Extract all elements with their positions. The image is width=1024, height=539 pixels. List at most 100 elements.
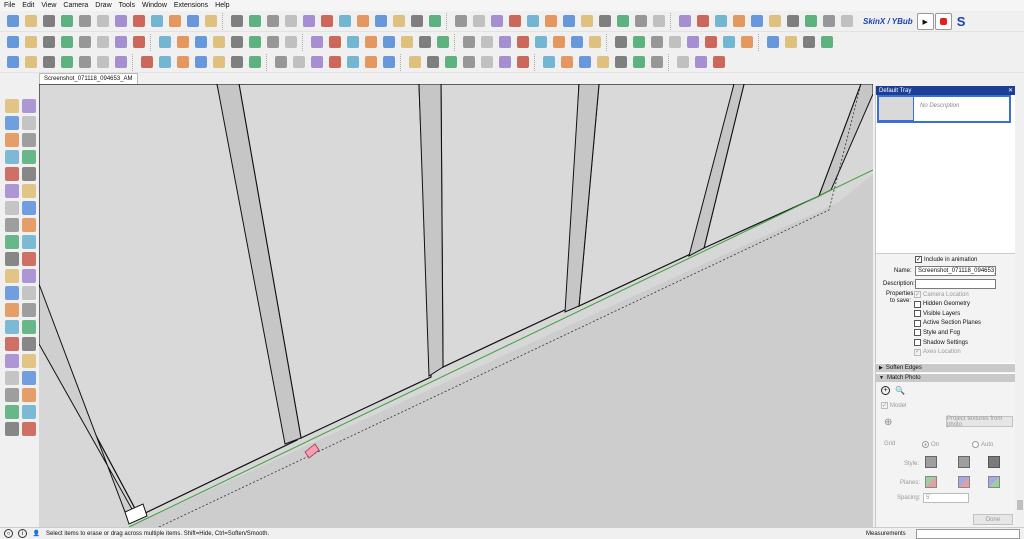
skinx-label[interactable]: SkinX / YBub (863, 17, 913, 26)
toolbar-tool-icon[interactable] (496, 34, 513, 51)
toolbar-tool-icon[interactable] (460, 34, 477, 51)
left-tool-icon[interactable] (22, 184, 36, 198)
toolbar-tool-icon[interactable] (192, 54, 209, 71)
toolbar-tool-icon[interactable] (4, 54, 21, 71)
toolbar-tool-icon[interactable] (630, 34, 647, 51)
grid-on-radio[interactable] (922, 441, 929, 448)
menu-help[interactable]: Help (215, 2, 229, 9)
property-checkbox[interactable] (914, 339, 921, 346)
toolbar-tool-icon[interactable] (22, 13, 39, 30)
toolbar-tool-icon[interactable] (666, 34, 683, 51)
toolbar-tool-icon[interactable] (282, 34, 299, 51)
toolbar-tool-icon[interactable] (496, 54, 513, 71)
add-photo-icon[interactable]: + (881, 386, 890, 395)
toolbar-tool-icon[interactable] (594, 54, 611, 71)
toolbar-tool-icon[interactable] (318, 13, 335, 30)
plane-red-green-icon[interactable] (925, 476, 937, 488)
menu-tools[interactable]: Tools (119, 2, 135, 9)
toolbar-tool-icon[interactable] (720, 34, 737, 51)
grid-auto-row[interactable]: Auto (972, 441, 993, 448)
toolbar-tool-icon[interactable] (372, 13, 389, 30)
toolbar-tool-icon[interactable] (156, 54, 173, 71)
menu-draw[interactable]: Draw (95, 2, 111, 9)
toolbar-tool-icon[interactable] (58, 54, 75, 71)
left-tool-icon[interactable] (5, 320, 19, 334)
geo-location-icon[interactable]: ○ (4, 529, 13, 538)
toolbar-tool-icon[interactable] (362, 54, 379, 71)
zoom-icon[interactable]: 🔍 (895, 386, 905, 395)
property-row[interactable]: Visible Layers (914, 310, 960, 318)
toolbar-tool-icon[interactable] (174, 34, 191, 51)
menu-edit[interactable]: Edit (22, 2, 34, 9)
toolbar-tool-icon[interactable] (818, 34, 835, 51)
left-tool-icon[interactable] (22, 388, 36, 402)
spacing-input[interactable]: 5' (923, 493, 969, 503)
toolbar-tool-icon[interactable] (586, 34, 603, 51)
toolbar-tool-icon[interactable] (684, 34, 701, 51)
left-tool-icon[interactable] (22, 252, 36, 266)
scene-thumbnail[interactable] (878, 96, 914, 121)
toolbar-tool-icon[interactable] (784, 13, 801, 30)
toolbar-tool-icon[interactable] (246, 13, 263, 30)
toolbar-tool-icon[interactable] (282, 13, 299, 30)
toolbar-tool-icon[interactable] (228, 13, 245, 30)
toolbar-tool-icon[interactable] (58, 34, 75, 51)
tray-scrollbar-thumb[interactable] (1017, 500, 1023, 510)
toolbar-tool-icon[interactable] (202, 13, 219, 30)
left-tool-icon[interactable] (5, 150, 19, 164)
left-tool-icon[interactable] (22, 422, 36, 436)
toolbar-tool-icon[interactable] (4, 34, 21, 51)
toolbar-tool-icon[interactable] (398, 34, 415, 51)
toolbar-tool-icon[interactable] (630, 54, 647, 71)
toolbar-tool-icon[interactable] (674, 54, 691, 71)
property-checkbox[interactable] (914, 329, 921, 337)
property-checkbox[interactable] (914, 300, 921, 308)
style-below-icon[interactable] (988, 456, 1000, 468)
left-tool-icon[interactable] (22, 320, 36, 334)
toolbar-tool-icon[interactable] (542, 13, 559, 30)
left-tool-icon[interactable] (5, 133, 19, 147)
left-tool-icon[interactable] (5, 337, 19, 351)
toolbar-tool-icon[interactable] (648, 34, 665, 51)
toolbar-tool-icon[interactable] (702, 34, 719, 51)
left-tool-icon[interactable] (5, 167, 19, 181)
menu-view[interactable]: View (41, 2, 56, 9)
left-tool-icon[interactable] (22, 99, 36, 113)
measurements-input[interactable] (916, 529, 1020, 539)
toolbar-tool-icon[interactable] (94, 34, 111, 51)
project-textures-button[interactable]: Project textures from photo (946, 416, 1013, 428)
toolbar-tool-icon[interactable] (800, 34, 817, 51)
toolbar-tool-icon[interactable] (506, 13, 523, 30)
toolbar-tool-icon[interactable] (748, 13, 765, 30)
toolbar-tool-icon[interactable] (470, 13, 487, 30)
left-tool-icon[interactable] (5, 354, 19, 368)
left-tool-icon[interactable] (22, 150, 36, 164)
toolbar-tool-icon[interactable] (820, 13, 837, 30)
toolbar-tool-icon[interactable] (76, 34, 93, 51)
toolbar-tool-icon[interactable] (710, 54, 727, 71)
toolbar-tool-icon[interactable] (246, 34, 263, 51)
toolbar-tool-icon[interactable] (156, 34, 173, 51)
toolbar-tool-icon[interactable] (272, 54, 289, 71)
property-checkbox[interactable] (914, 319, 921, 327)
style-above-icon[interactable] (958, 456, 970, 468)
property-checkbox[interactable]: ✓ (914, 348, 921, 356)
toolbar-tool-icon[interactable] (712, 13, 729, 30)
toolbar-tool-icon[interactable] (264, 34, 281, 51)
menu-camera[interactable]: Camera (63, 2, 88, 9)
toolbar-tool-icon[interactable] (138, 54, 155, 71)
left-tool-icon[interactable] (22, 337, 36, 351)
scenes-list[interactable]: No Description (876, 95, 1015, 254)
toolbar-tool-icon[interactable] (112, 54, 129, 71)
left-tool-icon[interactable] (22, 201, 36, 215)
left-tool-icon[interactable] (5, 235, 19, 249)
toolbar-tool-icon[interactable] (416, 34, 433, 51)
toolbar-tool-icon[interactable] (434, 34, 451, 51)
left-tool-icon[interactable] (5, 286, 19, 300)
skinx-stop-icon[interactable] (934, 13, 952, 30)
toolbar-tool-icon[interactable] (210, 34, 227, 51)
toolbar-tool-icon[interactable] (380, 34, 397, 51)
menu-window[interactable]: Window (142, 2, 167, 9)
property-row[interactable]: Shadow Settings (914, 339, 968, 346)
left-tool-icon[interactable] (22, 167, 36, 181)
